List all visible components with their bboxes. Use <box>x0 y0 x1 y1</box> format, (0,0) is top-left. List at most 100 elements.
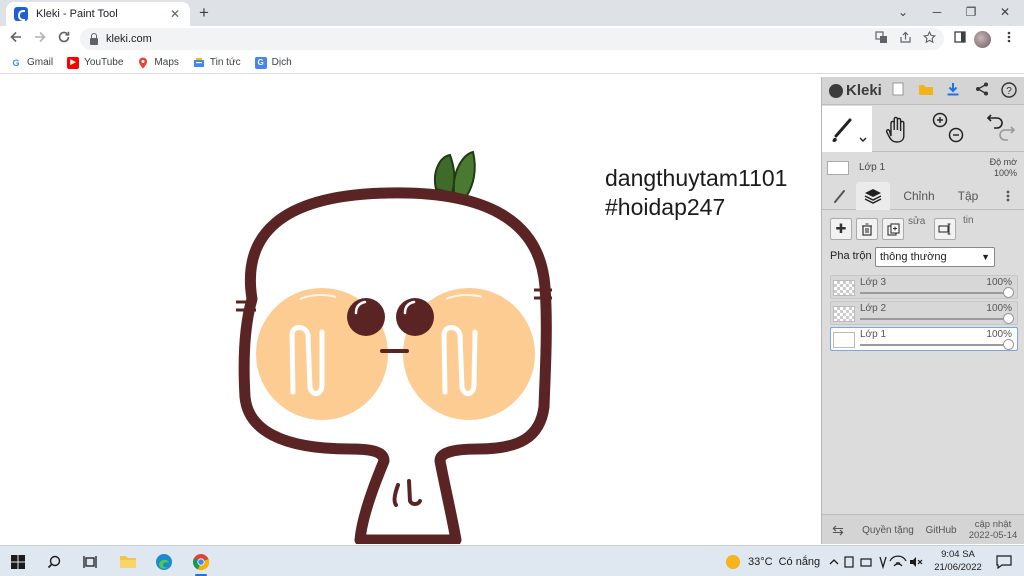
layer-opacity-slider[interactable] <box>860 292 1011 294</box>
bookmarks-bar: G Gmail ▶ YouTube Maps Tin tức G Dịch <box>0 52 1024 74</box>
save-image-button[interactable] <box>943 82 963 100</box>
hand-tool-button[interactable] <box>877 106 917 152</box>
chrome-icon <box>193 553 210 570</box>
new-image-button[interactable] <box>888 82 908 100</box>
search-button[interactable] <box>36 546 72 576</box>
forward-button[interactable] <box>30 29 50 49</box>
current-layer-name: Lớp 1 <box>859 162 886 173</box>
browser-tab-kleki[interactable]: Kleki - Paint Tool ✕ <box>6 2 190 26</box>
github-link[interactable]: GitHub <box>922 515 960 545</box>
zoom-in-out-icon <box>932 112 964 143</box>
layer-opacity-slider[interactable] <box>860 344 1011 346</box>
layer-item-2[interactable]: Lớp 2 100% <box>830 301 1018 325</box>
reload-icon <box>58 31 70 43</box>
close-window-button[interactable]: ✕ <box>988 0 1022 26</box>
layer-name: Lớp 2 <box>860 303 887 314</box>
tab-edit[interactable]: Chỉnh <box>894 182 944 210</box>
add-layer-button[interactable]: ✚ <box>830 218 852 240</box>
kleki-favicon-icon <box>14 7 28 21</box>
translate-icon: G <box>254 56 267 69</box>
bookmark-maps[interactable]: Maps <box>137 57 179 69</box>
tab-title: Kleki - Paint Tool <box>36 8 118 20</box>
opacity-value: 100% <box>993 168 1017 178</box>
layer-thumbnail <box>833 306 855 322</box>
side-panel-icon[interactable] <box>950 29 970 49</box>
back-button[interactable] <box>6 29 26 49</box>
windows-logo-icon <box>11 554 25 569</box>
tab-file[interactable]: Tập <box>948 182 988 210</box>
tab-brush-settings[interactable] <box>826 182 854 210</box>
task-view-button[interactable] <box>72 546 108 576</box>
more-options-icon[interactable] <box>998 182 1018 210</box>
open-image-button[interactable] <box>916 82 936 100</box>
tab-layers[interactable] <box>856 182 890 210</box>
bookmark-youtube[interactable]: ▶ YouTube <box>67 56 123 69</box>
privacy-link[interactable]: Quyền tặng <box>856 515 920 545</box>
translate-page-icon[interactable] <box>874 31 888 45</box>
brush-tool-button[interactable] <box>822 106 872 152</box>
edge-browser-button[interactable] <box>146 546 182 576</box>
tab-close-icon[interactable]: ✕ <box>168 7 182 21</box>
zoom-controls[interactable] <box>925 106 970 152</box>
undo-redo-icon <box>986 114 1016 141</box>
kleki-side-panel: Kleki ? Lớp 1 Độ mờ 100% Chỉnh Tập ✚ sửa… <box>821 77 1024 544</box>
youtube-icon: ▶ <box>67 56 80 69</box>
share-button[interactable] <box>972 82 992 100</box>
eye-right <box>396 298 434 336</box>
undo-redo-controls[interactable] <box>978 106 1023 152</box>
canvas-text-hashtag: #hoidap247 <box>605 194 726 220</box>
rename-icon <box>938 223 951 235</box>
arrow-left-icon <box>10 31 21 43</box>
address-bar[interactable]: kleki.com <box>80 28 944 50</box>
url-text: kleki.com <box>106 33 152 45</box>
new-file-icon <box>892 82 904 96</box>
file-explorer-button[interactable] <box>110 546 146 576</box>
small-brush-icon <box>834 190 845 203</box>
windows-taskbar: 33°C Có nắng 9:04 SA 21/06/2022 <box>0 545 1024 576</box>
reload-button[interactable] <box>54 29 74 49</box>
notifications-button[interactable] <box>996 546 1012 576</box>
merge-layer-label[interactable]: sửa <box>908 216 925 227</box>
layer-item-1[interactable]: Lớp 1 100% <box>830 327 1018 351</box>
minimize-button[interactable]: ─ <box>920 0 954 26</box>
system-clock[interactable]: 9:04 SA 21/06/2022 <box>932 548 984 574</box>
chrome-browser-button[interactable] <box>183 546 219 576</box>
help-button[interactable]: ? <box>999 82 1019 100</box>
start-button[interactable] <box>0 546 36 576</box>
swap-panel-icon[interactable]: ⇆ <box>822 515 854 545</box>
bookmark-news[interactable]: Tin tức <box>193 57 241 69</box>
layer-opacity-knob[interactable] <box>1003 287 1014 298</box>
layer-opacity-slider[interactable] <box>860 318 1011 320</box>
opacity-label: Độ mờ <box>989 157 1017 167</box>
arrow-right-icon <box>35 31 46 43</box>
restore-button[interactable]: ❐ <box>954 0 988 26</box>
rename-layer-button[interactable] <box>934 218 956 240</box>
new-tab-button[interactable]: + <box>194 3 214 23</box>
leaf-left <box>434 153 456 195</box>
layer-item-3[interactable]: Lớp 3 100% <box>830 275 1018 299</box>
changelog-link[interactable]: cập nhật 2022-05-14 <box>964 515 1022 545</box>
trash-icon <box>862 223 872 236</box>
bookmark-gmail[interactable]: G Gmail <box>10 57 53 69</box>
layer-opacity-knob[interactable] <box>1003 313 1014 324</box>
kleki-logo[interactable]: Kleki <box>829 82 882 99</box>
weather-temperature: 33°C <box>748 555 773 568</box>
notification-icon <box>996 554 1012 569</box>
drawing-artwork <box>236 150 552 544</box>
delete-layer-button[interactable] <box>856 218 878 240</box>
profile-avatar[interactable] <box>974 31 991 48</box>
weather-widget[interactable]: 33°C Có nắng <box>726 546 820 576</box>
layer-opacity-knob[interactable] <box>1003 339 1014 350</box>
tool-selector <box>822 106 1024 152</box>
share-page-icon[interactable] <box>898 31 912 45</box>
chrome-menu-icon[interactable] <box>999 29 1019 49</box>
help-icon: ? <box>1001 82 1017 98</box>
bookmark-star-icon[interactable] <box>922 30 936 45</box>
bookmark-translate[interactable]: G Dịch <box>254 56 292 69</box>
blend-mode-select[interactable]: thông thường ▼ <box>875 247 995 267</box>
drawing-canvas[interactable]: dangthuytam1101 #hoidap247 <box>0 77 821 544</box>
layer-info-label[interactable]: tin <box>963 215 974 226</box>
tray-icon-strip[interactable] <box>828 555 924 569</box>
duplicate-layer-button[interactable] <box>882 218 904 240</box>
tab-search-button[interactable]: ⌄ <box>886 0 920 26</box>
